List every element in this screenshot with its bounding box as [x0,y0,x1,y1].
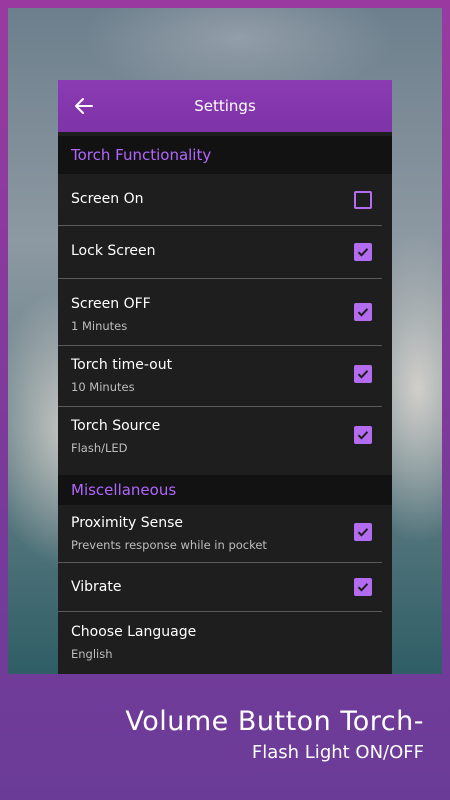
setting-title: Proximity Sense [71,515,183,531]
promo-title: Volume Button Torch- [125,706,424,737]
section-header-torch-functionality: Torch Functionality [58,136,392,174]
toolbar: Settings [58,80,392,132]
setting-title: Lock Screen [71,243,156,259]
setting-title: Torch Source [71,418,161,434]
setting-subtitle: Prevents response while in pocket [71,538,267,552]
setting-lock-screen[interactable]: Lock Screen [58,226,382,279]
setting-choose-language[interactable]: Choose Language English [58,612,382,674]
setting-title: Choose Language [71,624,197,640]
checkbox-torch-time-out[interactable] [354,365,372,383]
setting-vibrate[interactable]: Vibrate [58,563,382,612]
setting-subtitle: Flash/LED [71,441,128,455]
setting-title: Screen On [71,191,144,207]
setting-subtitle: 10 Minutes [71,380,135,394]
setting-subtitle: English [71,647,113,661]
check-icon [357,308,369,317]
arrow-left-icon[interactable] [72,94,96,118]
promo-banner: Volume Button Torch- Flash Light ON/OFF [0,674,450,800]
checkbox-torch-source[interactable] [354,426,372,444]
check-icon [357,583,369,592]
page-title: Settings [194,97,256,115]
setting-subtitle: 1 Minutes [71,319,128,333]
checkbox-screen-off[interactable] [354,303,372,321]
setting-torch-time-out[interactable]: Torch time-out 10 Minutes [58,346,382,407]
promo-subtitle: Flash Light ON/OFF [251,742,424,763]
checkbox-proximity-sense[interactable] [354,523,372,541]
checkbox-screen-on[interactable] [354,191,372,209]
check-icon [357,370,369,379]
setting-proximity-sense[interactable]: Proximity Sense Prevents response while … [58,505,382,563]
setting-torch-source[interactable]: Torch Source Flash/LED [58,407,382,475]
setting-title: Screen OFF [71,296,151,312]
settings-screen: Settings Torch Functionality Screen On L… [58,80,392,674]
setting-screen-off[interactable]: Screen OFF 1 Minutes [58,279,382,346]
check-icon [357,431,369,440]
check-icon [357,248,369,257]
checkbox-lock-screen[interactable] [354,243,372,261]
setting-title: Torch time-out [71,357,173,373]
setting-screen-on[interactable]: Screen On [58,174,382,226]
check-icon [357,528,369,537]
section-header-miscellaneous: Miscellaneous [58,475,392,505]
setting-title: Vibrate [71,579,122,595]
checkbox-vibrate[interactable] [354,578,372,596]
